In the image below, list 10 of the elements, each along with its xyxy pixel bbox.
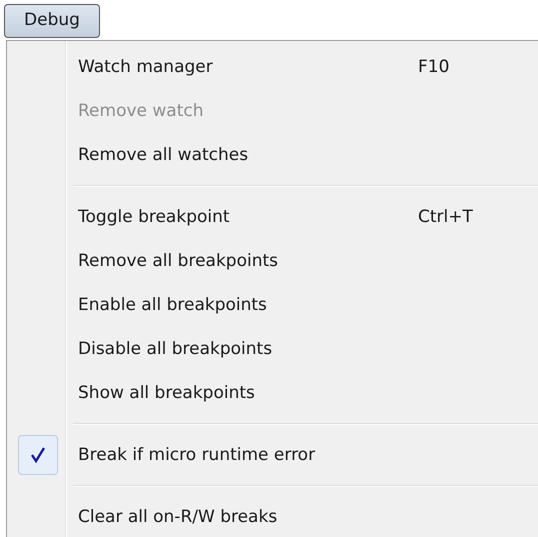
menu-item[interactable]: Remove all watches	[7, 133, 538, 177]
menu-item[interactable]: Break if micro runtime error	[7, 433, 538, 477]
menu-item[interactable]: Enable all breakpoints	[7, 283, 538, 327]
menu-item[interactable]: Disable all breakpoints	[7, 327, 538, 371]
menu-item[interactable]: Show all breakpoints	[7, 371, 538, 415]
menu-item[interactable]: Watch manager F10	[7, 45, 538, 89]
menu-item[interactable]: Clear all on-R/W breaks	[7, 495, 538, 537]
menu-item[interactable]: Remove all breakpoints	[7, 239, 538, 283]
menu-title-button[interactable]: Debug	[4, 4, 100, 38]
menu-item[interactable]: Toggle breakpoint Ctrl+T	[7, 195, 538, 239]
